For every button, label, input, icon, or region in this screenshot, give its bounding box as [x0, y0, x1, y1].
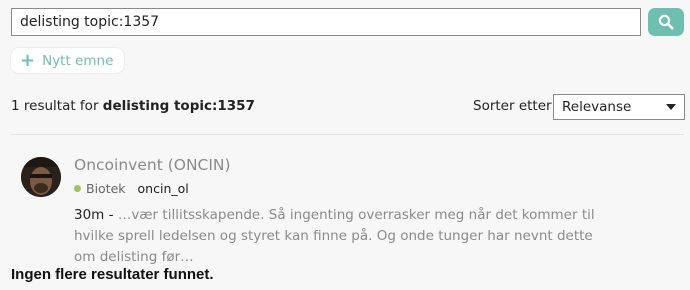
result-meta: Biotek oncin_ol [74, 181, 189, 196]
result-count-text: 1 resultat for [11, 98, 99, 114]
plus-icon: + [20, 49, 36, 71]
result-date: 30m [74, 207, 105, 223]
result-query: delisting topic:1357 [102, 98, 255, 114]
search-bar [11, 8, 684, 36]
category-badge[interactable]: Biotek [86, 181, 126, 196]
caret-down-icon [666, 104, 676, 110]
result-excerpt: …vær tillitsskapende. Så ingenting overr… [74, 207, 595, 265]
avatar[interactable] [21, 157, 61, 197]
category-dot [74, 185, 81, 192]
result-title-link[interactable]: Oncoinvent (ONCIN) [74, 156, 231, 174]
no-more-results-text: Ingen flere resultater funnet. [11, 266, 214, 283]
result-snippet[interactable]: 30m - …vær tillitsskapende. Så ingenting… [74, 205, 614, 268]
search-input[interactable] [11, 8, 641, 36]
search-button[interactable] [648, 8, 684, 36]
date-separator: - [104, 207, 118, 223]
sort-label: Sorter etter [473, 98, 552, 114]
search-icon [658, 14, 674, 30]
topic-tag[interactable]: oncin_ol [138, 181, 189, 196]
divider [11, 134, 684, 135]
sort-selected-value: Relevanse [562, 99, 632, 115]
result-count: 1 resultat for delisting topic:1357 [11, 98, 255, 114]
new-topic-button[interactable]: + Nytt emne [11, 48, 125, 73]
sort-select[interactable]: Relevanse [553, 94, 685, 120]
new-topic-label: Nytt emne [42, 52, 114, 69]
